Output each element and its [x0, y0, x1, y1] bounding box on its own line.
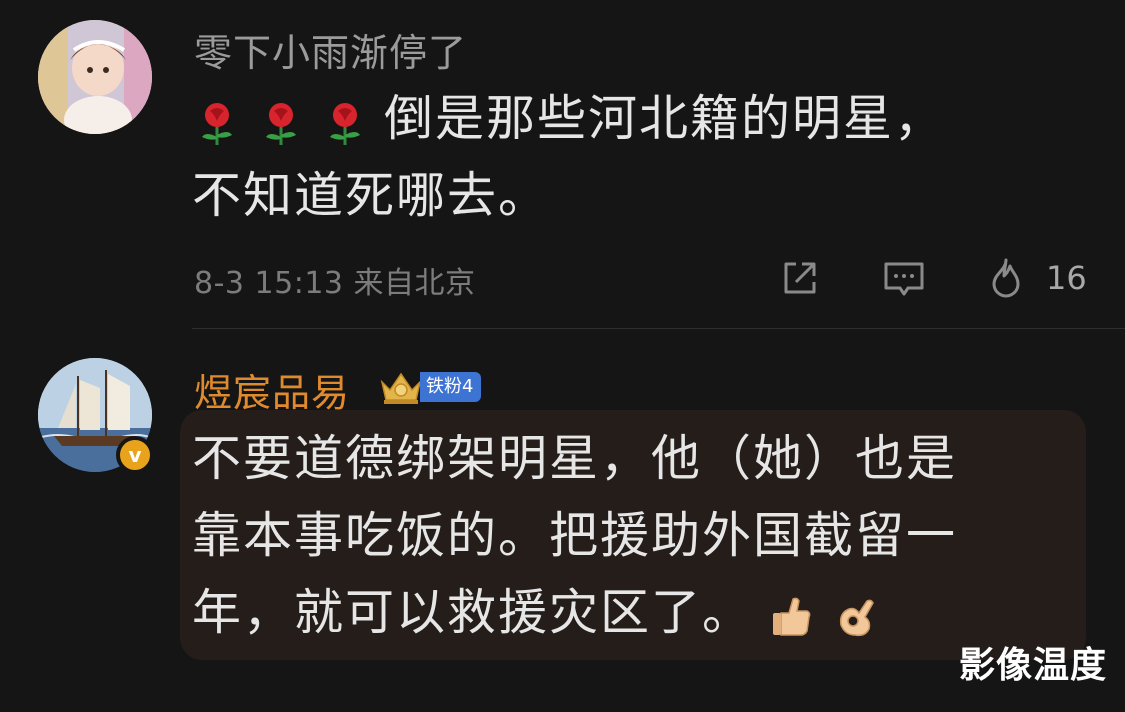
- share-button[interactable]: [778, 256, 822, 300]
- comment-icon: [884, 262, 924, 296]
- comment-meta: 8-3 15:13 来自北京: [194, 266, 476, 301]
- rose-emoji: [266, 102, 296, 145]
- watermark: 影像温度: [958, 645, 1107, 686]
- avatar-girl-icon: [38, 20, 152, 134]
- flame-icon: [992, 258, 1020, 298]
- rose-emoji: [202, 102, 232, 145]
- comment-text: 不要道德绑架明星，他（她）也是 靠本事吃饭的。把援助外国截留一 年，就可以救援灾…: [192, 420, 1072, 651]
- fan-badge-label: 铁粉4: [420, 372, 482, 402]
- ok-hand-emoji: [839, 599, 874, 636]
- comment-thread: 零下小雨渐停了 倒是那些河北籍的明星， 不知道死哪去。 8-3 15:13 来自…: [0, 0, 1125, 712]
- like-button[interactable]: 16: [984, 256, 1087, 300]
- thumbs-up-emoji: [773, 597, 811, 636]
- reply-button[interactable]: [882, 256, 926, 300]
- rose-emoji: [330, 102, 360, 145]
- share-icon: [784, 262, 816, 294]
- avatar[interactable]: [38, 20, 152, 134]
- verified-badge: v: [116, 436, 154, 474]
- comment-username[interactable]: 煜宸品易: [194, 362, 350, 417]
- crown-icon: [380, 372, 422, 404]
- comment-text: 倒是那些河北籍的明星， 不知道死哪去。: [192, 80, 1092, 234]
- like-count: 16: [1046, 259, 1087, 297]
- fan-badge[interactable]: 铁粉4: [378, 368, 482, 406]
- divider: [192, 328, 1125, 329]
- comment-username[interactable]: 零下小雨渐停了: [194, 22, 467, 77]
